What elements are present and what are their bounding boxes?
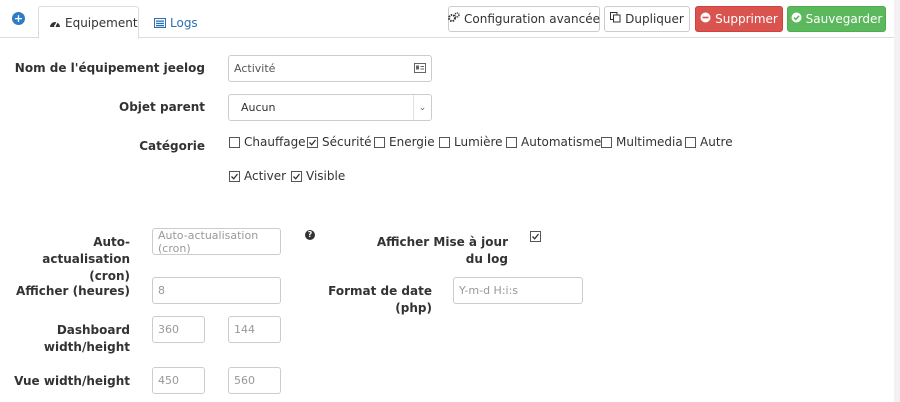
- visible-checkbox[interactable]: Visible: [291, 169, 345, 183]
- dashboard-width-input[interactable]: 360: [152, 316, 205, 343]
- hours-value: 8: [158, 284, 165, 297]
- scrollbar-track[interactable]: [894, 0, 900, 402]
- tab-equipment[interactable]: Equipement: [38, 6, 139, 39]
- equipment-name-value: Activité: [234, 62, 276, 75]
- hours-input[interactable]: 8: [152, 277, 281, 304]
- category-option-label: Sécurité: [322, 135, 372, 149]
- chevron-down-icon: ⌄: [413, 95, 431, 120]
- checkbox-box[interactable]: [530, 231, 541, 242]
- autorefresh-label: Auto-actualisation (cron): [10, 234, 130, 285]
- advanced-config-button[interactable]: Configuration avancée: [448, 6, 600, 32]
- view-size-label: Vue width/height: [14, 374, 130, 388]
- tachometer-icon: [49, 18, 61, 28]
- check-icon: [293, 173, 301, 180]
- dashboard-label-line1: Dashboard: [56, 323, 130, 337]
- view-width-input[interactable]: 450: [152, 367, 205, 394]
- equipment-name-input[interactable]: Activité: [228, 55, 432, 82]
- parent-object-select[interactable]: Aucun ⌄: [228, 94, 432, 121]
- advanced-config-label: Configuration avancée: [464, 12, 600, 26]
- autorefresh-label-line1: Auto-actualisation: [42, 235, 130, 266]
- checkbox-box[interactable]: [685, 136, 696, 148]
- checkbox-box[interactable]: [439, 136, 450, 148]
- parent-object-label: Objet parent: [119, 100, 205, 114]
- view-height-value: 560: [234, 374, 255, 387]
- category-option-label: Lumière: [454, 135, 503, 149]
- check-icon: [309, 139, 317, 146]
- show-update-checkbox[interactable]: [530, 231, 541, 242]
- id-card-icon: [414, 63, 426, 76]
- checkbox-box[interactable]: [229, 136, 240, 148]
- dashboard-size-label: Dashboard width/height: [10, 322, 130, 356]
- check-icon: [532, 233, 540, 240]
- show-update-label-line1: Afficher Mise à jour: [376, 235, 508, 249]
- dashboard-label-line2: width/height: [43, 340, 130, 354]
- date-format-placeholder: Y-m-d H:i:s: [459, 284, 519, 297]
- dashboard-height-value: 144: [234, 323, 255, 336]
- tab-logs-label: Logs: [170, 15, 198, 30]
- autorefresh-input[interactable]: Auto-actualisation (cron): [152, 228, 281, 255]
- parent-object-value: Aucun: [241, 101, 276, 114]
- category-checkbox-chauffage[interactable]: Chauffage: [229, 135, 306, 149]
- duplicate-label: Dupliquer: [625, 12, 684, 26]
- question-circle-icon[interactable]: ?: [305, 230, 315, 240]
- dashboard-width-value: 360: [158, 323, 179, 336]
- equipment-name-label: Nom de l'équipement jeelog: [14, 61, 205, 75]
- view-height-input[interactable]: 560: [228, 367, 281, 394]
- checkbox-box[interactable]: [229, 170, 240, 182]
- activate-label: Activer: [244, 169, 287, 183]
- tab-bar: + Equipement Logs Configuration avancée …: [0, 0, 900, 39]
- checkbox-box[interactable]: [307, 136, 318, 148]
- check-icon: [231, 173, 239, 180]
- visible-label: Visible: [306, 169, 346, 183]
- show-update-label-line2: du log: [465, 252, 508, 266]
- view-width-value: 450: [158, 374, 179, 387]
- checkbox-box[interactable]: [291, 170, 302, 182]
- hours-label: Afficher (heures): [16, 284, 130, 298]
- date-format-input[interactable]: Y-m-d H:i:s: [453, 277, 583, 304]
- tab-equipment-label: Equipement: [65, 15, 138, 30]
- duplicate-button[interactable]: Dupliquer: [604, 6, 690, 32]
- minus-circle-icon: [700, 12, 711, 26]
- category-option-label: Automatisme: [521, 135, 602, 149]
- back-circle-icon[interactable]: +: [12, 12, 25, 25]
- category-option-label: Autre: [700, 135, 733, 149]
- delete-label: Supprimer: [715, 12, 778, 26]
- category-label: Catégorie: [139, 139, 205, 153]
- checkbox-box[interactable]: [374, 136, 385, 148]
- category-option-label: Chauffage: [244, 135, 306, 149]
- category-option-label: Multimedia: [616, 135, 683, 149]
- check-circle-icon: [791, 12, 802, 26]
- show-update-label: Afficher Mise à jour du log: [330, 234, 508, 268]
- copy-icon: [610, 12, 621, 26]
- category-checkbox-securite[interactable]: Sécurité: [307, 135, 372, 149]
- category-checkbox-lumiere[interactable]: Lumière: [439, 135, 503, 149]
- tab-logs[interactable]: Logs: [144, 6, 208, 39]
- category-option-label: Energie: [389, 135, 435, 149]
- delete-button[interactable]: Supprimer: [695, 6, 783, 32]
- autorefresh-placeholder: Auto-actualisation (cron): [158, 228, 259, 255]
- category-checkbox-automatisme[interactable]: Automatisme: [506, 135, 601, 149]
- date-format-label: Format de date (php): [328, 284, 432, 315]
- category-checkbox-autre[interactable]: Autre: [685, 135, 733, 149]
- category-checkbox-energie[interactable]: Energie: [374, 135, 435, 149]
- save-button[interactable]: Sauvegarder: [787, 6, 886, 32]
- activate-checkbox[interactable]: Activer: [229, 169, 286, 183]
- list-alt-icon: [154, 17, 166, 28]
- category-checkbox-multimedia[interactable]: Multimedia: [601, 135, 683, 149]
- checkbox-box[interactable]: [601, 136, 612, 148]
- save-label: Sauvegarder: [805, 12, 883, 26]
- dashboard-height-input[interactable]: 144: [228, 316, 281, 343]
- cogs-icon: [448, 12, 460, 26]
- checkbox-box[interactable]: [506, 136, 517, 148]
